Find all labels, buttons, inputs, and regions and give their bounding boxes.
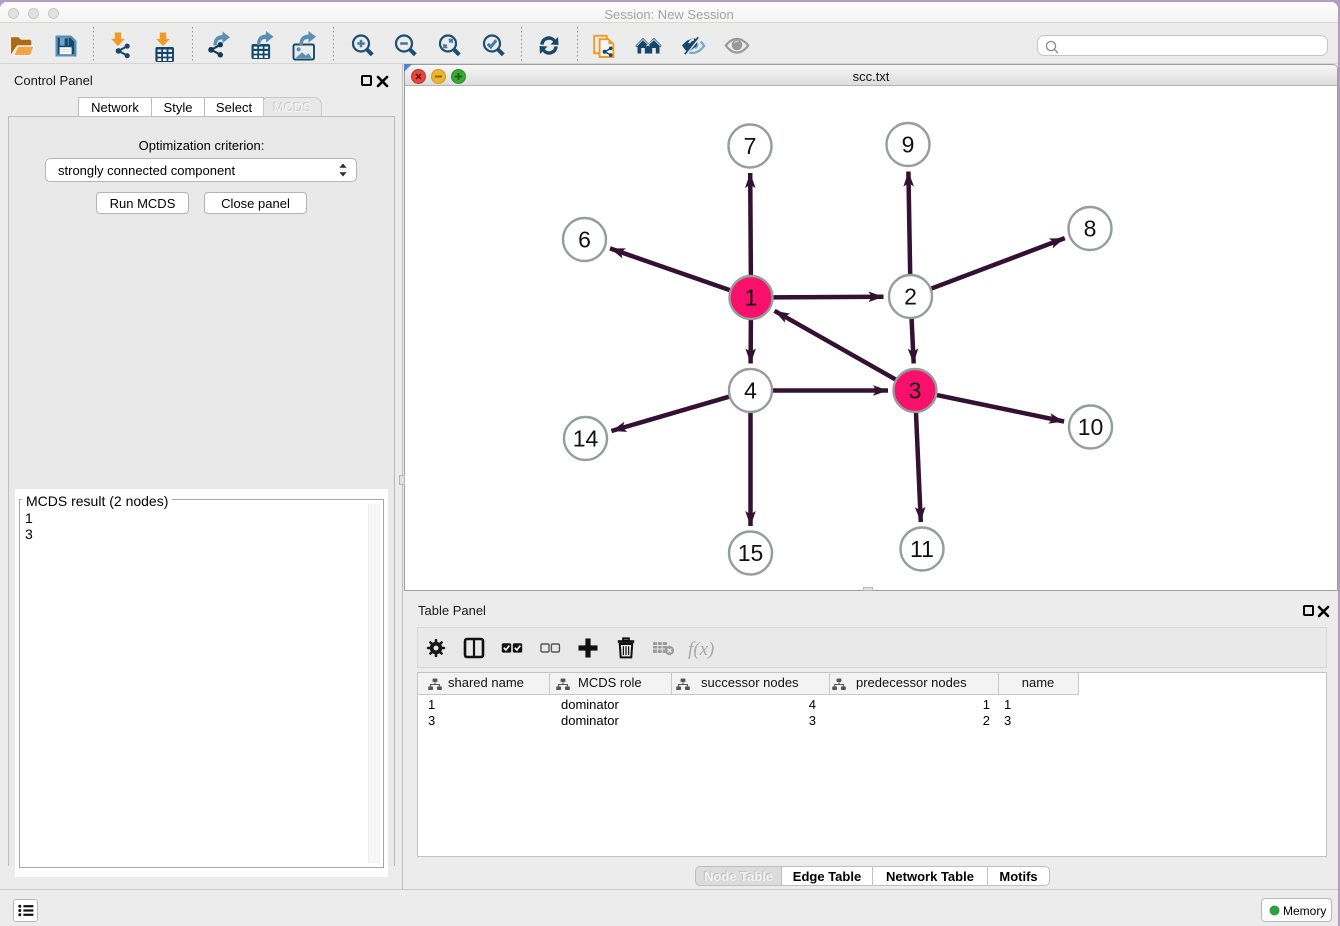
svg-text:6: 6 [578, 227, 591, 253]
svg-text:9: 9 [902, 132, 915, 158]
svg-text:1: 1 [745, 285, 758, 311]
svg-text:14: 14 [573, 426, 599, 452]
svg-text:15: 15 [738, 540, 764, 566]
svg-text:3: 3 [909, 378, 922, 404]
svg-text:4: 4 [744, 378, 757, 404]
svg-text:2: 2 [904, 284, 917, 310]
svg-text:7: 7 [744, 133, 757, 159]
svg-text:10: 10 [1078, 414, 1104, 440]
svg-text:8: 8 [1084, 216, 1097, 242]
svg-text:f(x): f(x) [688, 639, 714, 660]
svg-text:11: 11 [910, 536, 934, 562]
